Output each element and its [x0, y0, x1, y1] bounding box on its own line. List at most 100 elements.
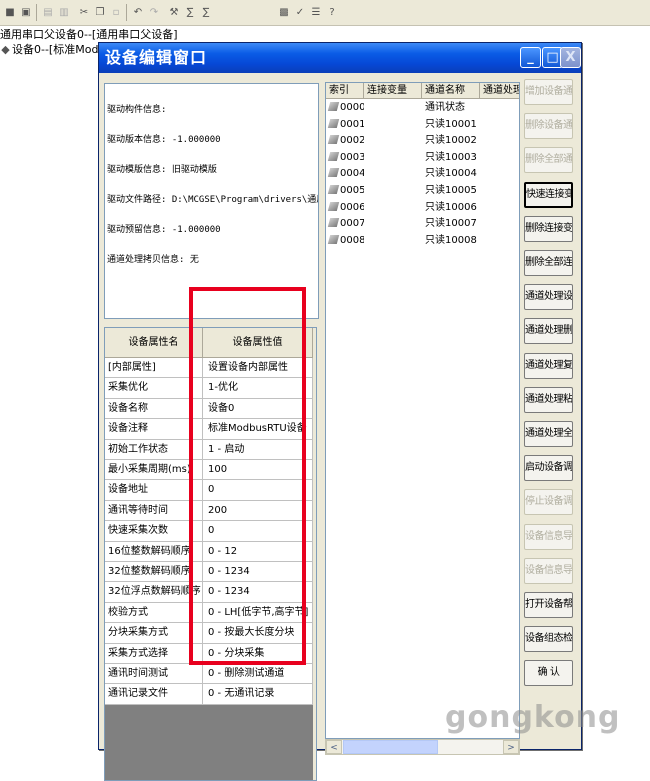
- side-button-5[interactable]: 删除全部连接: [524, 250, 573, 276]
- property-row[interactable]: 通讯时间测试 0 - 删除测试通道: [105, 664, 313, 685]
- scroll-right-button[interactable]: >: [503, 740, 519, 754]
- property-row[interactable]: 快速采集次数 0: [105, 521, 313, 542]
- paste-icon[interactable]: ▫: [108, 4, 124, 20]
- side-button-3[interactable]: 快速连接变量: [524, 181, 573, 208]
- property-value[interactable]: 设置设备内部属性: [203, 358, 313, 379]
- property-row[interactable]: 采集方式选择 0 - 分块采集: [105, 643, 313, 664]
- help-icon[interactable]: ?: [324, 4, 340, 20]
- property-row[interactable]: 校验方式 0 - LH[低字节,高字节]: [105, 602, 313, 624]
- property-row[interactable]: 设备名称 设备0: [105, 398, 313, 420]
- property-grid-scrollbar[interactable]: [313, 328, 316, 780]
- side-button-15[interactable]: 打开设备帮助: [524, 592, 573, 618]
- channel-row[interactable]: 0004 只读10004: [326, 166, 519, 183]
- scroll-left-button[interactable]: <: [326, 740, 342, 754]
- tree-root[interactable]: 通用串口父设备0--[通用串口父设备]: [0, 27, 178, 42]
- property-value[interactable]: 200: [203, 500, 313, 522]
- property-name: 通讯记录文件: [105, 684, 203, 705]
- channel-row[interactable]: 0003 只读10003: [326, 150, 519, 167]
- property-value[interactable]: 0 - 删除测试通道: [203, 664, 313, 685]
- property-value[interactable]: 0 - 1234: [203, 562, 313, 583]
- side-button-17[interactable]: 确 认: [524, 660, 573, 687]
- channel-var: [364, 183, 422, 200]
- calc2-icon[interactable]: ∑: [198, 4, 214, 20]
- side-button-9[interactable]: 通道处理粘贴: [524, 386, 573, 413]
- channel-var: [364, 133, 422, 150]
- channel-list-hscroll[interactable]: < >: [325, 739, 520, 755]
- property-row[interactable]: 16位整数解码顺序 0 - 12: [105, 541, 313, 562]
- disk-icon[interactable]: ▣: [18, 4, 34, 20]
- property-value[interactable]: 0: [203, 480, 313, 501]
- property-row[interactable]: 最小采集周期(ms) 100: [105, 460, 313, 481]
- side-button-8[interactable]: 通道处理复制: [524, 352, 573, 379]
- list-icon[interactable]: ☰: [308, 4, 324, 20]
- property-row[interactable]: 32位整数解码顺序 0 - 1234: [105, 562, 313, 583]
- channel-row[interactable]: 0002 只读10002: [326, 133, 519, 150]
- header-property-name[interactable]: 设备属性名: [105, 328, 203, 358]
- property-value[interactable]: 0 - 无通讯记录: [203, 684, 313, 705]
- close-button[interactable]: X: [560, 47, 581, 68]
- undo-icon[interactable]: ↶: [130, 4, 146, 20]
- channel-row[interactable]: 0007 只读10007: [326, 216, 519, 233]
- check-icon[interactable]: ✓: [292, 4, 308, 20]
- property-row[interactable]: 通讯记录文件 0 - 无通讯记录: [105, 684, 313, 705]
- property-row[interactable]: 初始工作状态 1 - 启动: [105, 439, 313, 460]
- print-icon[interactable]: ▤: [40, 4, 56, 20]
- property-value[interactable]: 1 - 启动: [203, 439, 313, 460]
- property-value[interactable]: 0 - 12: [203, 541, 313, 562]
- property-value[interactable]: 1-优化: [203, 378, 313, 399]
- scroll-thumb[interactable]: [343, 740, 438, 754]
- cut-icon[interactable]: ✂: [76, 4, 92, 20]
- header-channel-process[interactable]: 通道处理: [480, 83, 519, 99]
- side-button-0[interactable]: 增加设备通道: [524, 79, 573, 105]
- info-line: 驱动构件信息:: [107, 105, 167, 115]
- side-button-12[interactable]: 停止设备调试: [524, 489, 573, 516]
- property-value[interactable]: 0 - 按最大长度分块: [203, 623, 313, 644]
- channel-row[interactable]: 0006 只读10006: [326, 200, 519, 217]
- preview-icon[interactable]: ▥: [56, 4, 72, 20]
- property-row[interactable]: [内部属性] 设置设备内部属性: [105, 358, 313, 379]
- header-property-value[interactable]: 设备属性值: [203, 328, 313, 358]
- side-button-10[interactable]: 通道处理全删: [524, 421, 573, 447]
- side-button-11[interactable]: 启动设备调试: [524, 455, 573, 482]
- side-button-7[interactable]: 通道处理删除: [524, 318, 573, 345]
- header-index[interactable]: 索引: [326, 83, 364, 99]
- copy-icon[interactable]: ❐: [92, 4, 108, 20]
- redo-icon[interactable]: ↷: [146, 4, 162, 20]
- property-value[interactable]: 0 - 1234: [203, 582, 313, 603]
- side-button-4[interactable]: 删除连接变量: [524, 215, 573, 242]
- tools-icon[interactable]: ⚒: [166, 4, 182, 20]
- property-name: 32位整数解码顺序: [105, 562, 203, 583]
- calc-icon[interactable]: ∑: [182, 4, 198, 20]
- property-name: 初始工作状态: [105, 439, 203, 460]
- property-name: 通讯等待时间: [105, 500, 203, 522]
- channel-row[interactable]: 0001 只读10001: [326, 117, 519, 134]
- header-connected-var[interactable]: 连接变量: [364, 83, 422, 99]
- property-value[interactable]: 100: [203, 460, 313, 481]
- channel-row[interactable]: 0000 通讯状态: [326, 100, 519, 117]
- side-button-16[interactable]: 设备组态检查: [524, 626, 573, 653]
- side-button-6[interactable]: 通道处理设置: [524, 284, 573, 311]
- property-row[interactable]: 采集优化 1-优化: [105, 378, 313, 399]
- props-icon[interactable]: ▩: [276, 4, 292, 20]
- property-value[interactable]: 0 - 分块采集: [203, 643, 313, 664]
- property-row[interactable]: 32位浮点数解码顺序 0 - 1234: [105, 582, 313, 603]
- dialog-titlebar[interactable]: 设备编辑窗口: [99, 43, 581, 73]
- side-button-14[interactable]: 设备信息导入: [524, 557, 573, 584]
- property-row[interactable]: 通讯等待时间 200: [105, 500, 313, 522]
- side-button-13[interactable]: 设备信息导出: [524, 523, 573, 550]
- minimize-button[interactable]: _: [520, 47, 541, 68]
- side-button-2[interactable]: 删除全部通道: [524, 147, 573, 174]
- property-value[interactable]: 0: [203, 521, 313, 542]
- property-value[interactable]: 0 - LH[低字节,高字节]: [203, 602, 313, 624]
- property-row[interactable]: 分块采集方式 0 - 按最大长度分块: [105, 623, 313, 644]
- save-icon[interactable]: ■: [2, 4, 18, 20]
- header-channel-name[interactable]: 通道名称: [422, 83, 480, 99]
- property-row[interactable]: 设备注释 标准ModbusRTU设备: [105, 419, 313, 440]
- side-button-1[interactable]: 删除设备通道: [524, 113, 573, 140]
- channel-row[interactable]: 0008 只读10008: [326, 233, 519, 250]
- channel-var: [364, 150, 422, 167]
- property-row[interactable]: 设备地址 0: [105, 480, 313, 501]
- property-value[interactable]: 标准ModbusRTU设备: [203, 419, 313, 440]
- property-value[interactable]: 设备0: [203, 398, 313, 420]
- channel-row[interactable]: 0005 只读10005: [326, 183, 519, 200]
